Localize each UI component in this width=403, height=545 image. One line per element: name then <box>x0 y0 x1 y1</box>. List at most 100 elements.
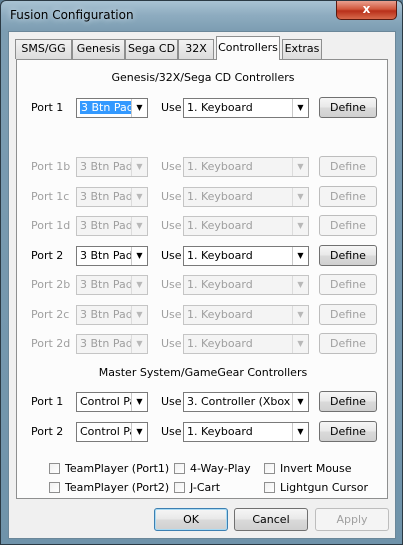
define-button[interactable]: Define <box>319 215 377 236</box>
use-label: Use <box>161 219 182 232</box>
define-button[interactable]: Define <box>319 304 377 325</box>
checkbox-box[interactable] <box>49 463 60 474</box>
device-select[interactable]: 1. Keyboard ▼ <box>183 98 309 118</box>
port-label: Port 2 <box>31 425 64 438</box>
chevron-down-icon: ▼ <box>131 335 147 353</box>
port-label: Port 2d <box>31 337 71 350</box>
chevron-down-icon: ▼ <box>292 276 308 294</box>
define-button[interactable]: Define <box>319 97 377 118</box>
device-select[interactable]: 3. Controller (Xbox 360 ▼ <box>183 392 309 412</box>
define-button[interactable]: Define <box>319 245 377 266</box>
define-button[interactable]: Define <box>319 274 377 295</box>
define-button[interactable]: Define <box>319 186 377 207</box>
title-bar[interactable]: Fusion Configuration x <box>1 1 402 31</box>
port-label: Port 1b <box>31 160 71 173</box>
teamplayer-port1-checkbox[interactable]: TeamPlayer (Port1) <box>49 462 169 476</box>
use-label: Use <box>161 337 182 350</box>
ok-button[interactable]: OK <box>154 508 228 531</box>
pad-type-select[interactable]: 3 Btn Pad ▼ <box>76 275 148 295</box>
define-button[interactable]: Define <box>319 156 377 177</box>
define-button[interactable]: Define <box>319 421 377 442</box>
tab-sega-cd[interactable]: Sega CD <box>125 39 178 59</box>
invert-mouse-checkbox[interactable]: Invert Mouse <box>264 462 352 476</box>
chevron-down-icon: ▼ <box>292 158 308 176</box>
pad-type-select[interactable]: 3 Btn Pad ▼ <box>76 334 148 354</box>
tab-extras[interactable]: Extras <box>282 39 322 59</box>
tab-controllers[interactable]: Controllers <box>216 36 280 60</box>
use-label: Use <box>161 101 182 114</box>
genesis-section-title: Genesis/32X/Sega CD Controllers <box>111 71 295 84</box>
chevron-down-icon: ▼ <box>292 247 308 265</box>
device-select[interactable]: 1. Keyboard ▼ <box>183 187 309 207</box>
tab-strip: SMS/GG Genesis Sega CD 32X Controllers E… <box>9 32 395 62</box>
checkbox-box[interactable] <box>174 463 185 474</box>
chevron-down-icon: ▼ <box>131 158 147 176</box>
chevron-down-icon: ▼ <box>131 217 147 235</box>
use-label: Use <box>161 395 182 408</box>
chevron-down-icon: ▼ <box>131 276 147 294</box>
port-label: Port 2 <box>31 249 64 262</box>
device-select[interactable]: 1. Keyboard ▼ <box>183 157 309 177</box>
port-label: Port 1c <box>31 190 70 203</box>
dialog-client: SMS/GG Genesis Sega CD 32X Controllers E… <box>8 31 396 539</box>
close-icon: x <box>362 2 371 16</box>
chevron-down-icon: ▼ <box>131 188 147 206</box>
port-label: Port 2b <box>31 278 71 291</box>
chevron-down-icon: ▼ <box>131 99 147 117</box>
apply-button[interactable]: Apply <box>315 508 389 531</box>
device-select[interactable]: 1. Keyboard ▼ <box>183 422 309 442</box>
use-label: Use <box>161 190 182 203</box>
tab-sms-gg[interactable]: SMS/GG <box>15 39 72 59</box>
pad-type-select[interactable]: Control Pa ▼ <box>76 392 148 412</box>
j-cart-checkbox[interactable]: J-Cart <box>174 481 220 495</box>
define-button[interactable]: Define <box>319 333 377 354</box>
checkbox-box[interactable] <box>174 482 185 493</box>
cancel-button[interactable]: Cancel <box>234 508 308 531</box>
device-select[interactable]: 1. Keyboard ▼ <box>183 246 309 266</box>
close-button[interactable]: x <box>336 1 397 20</box>
chevron-down-icon: ▼ <box>292 423 308 441</box>
device-select[interactable]: 1. Keyboard ▼ <box>183 305 309 325</box>
tab-32x[interactable]: 32X <box>178 39 214 59</box>
pad-type-select[interactable]: 3 Btn Pad ▼ <box>76 305 148 325</box>
pad-type-select[interactable]: 3 Btn Pad ▼ <box>76 216 148 236</box>
pad-type-select[interactable]: 3 Btn Pad ▼ <box>76 187 148 207</box>
chevron-down-icon: ▼ <box>292 188 308 206</box>
tab-genesis[interactable]: Genesis <box>72 39 125 59</box>
use-label: Use <box>161 278 182 291</box>
chevron-down-icon: ▼ <box>292 393 308 411</box>
chevron-down-icon: ▼ <box>292 99 308 117</box>
teamplayer-port2-checkbox[interactable]: TeamPlayer (Port2) <box>49 481 169 495</box>
chevron-down-icon: ▼ <box>292 335 308 353</box>
pad-type-select[interactable]: 3 Btn Pad ▼ <box>76 246 148 266</box>
chevron-down-icon: ▼ <box>131 247 147 265</box>
chevron-down-icon: ▼ <box>131 306 147 324</box>
use-label: Use <box>161 425 182 438</box>
port-label: Port 1d <box>31 219 71 232</box>
device-select[interactable]: 1. Keyboard ▼ <box>183 334 309 354</box>
device-select[interactable]: 1. Keyboard ▼ <box>183 275 309 295</box>
port-label: Port 1 <box>31 395 64 408</box>
use-label: Use <box>161 308 182 321</box>
lightgun-cursor-checkbox[interactable]: Lightgun Cursor <box>264 481 368 495</box>
port-label: Port 1 <box>31 101 64 114</box>
window-title: Fusion Configuration <box>10 8 134 22</box>
chevron-down-icon: ▼ <box>292 306 308 324</box>
use-label: Use <box>161 249 182 262</box>
device-select[interactable]: 1. Keyboard ▼ <box>183 216 309 236</box>
master-section-title: Master System/GameGear Controllers <box>98 366 308 379</box>
chevron-down-icon: ▼ <box>131 423 147 441</box>
four-way-play-checkbox[interactable]: 4-Way-Play <box>174 462 251 476</box>
use-label: Use <box>161 160 182 173</box>
define-button[interactable]: Define <box>319 391 377 412</box>
checkbox-box[interactable] <box>264 482 275 493</box>
checkbox-box[interactable] <box>49 482 60 493</box>
checkbox-box[interactable] <box>264 463 275 474</box>
pad-type-select[interactable]: 3 Btn Pad ▼ <box>76 98 148 118</box>
pad-type-select[interactable]: Control Pa ▼ <box>76 422 148 442</box>
controllers-panel: Genesis/32X/Sega CD Controllers Port 1 3… <box>16 59 388 499</box>
pad-type-select[interactable]: 3 Btn Pad ▼ <box>76 157 148 177</box>
window: Fusion Configuration x SMS/GG Genesis Se… <box>0 0 403 545</box>
chevron-down-icon: ▼ <box>292 217 308 235</box>
chevron-down-icon: ▼ <box>131 393 147 411</box>
